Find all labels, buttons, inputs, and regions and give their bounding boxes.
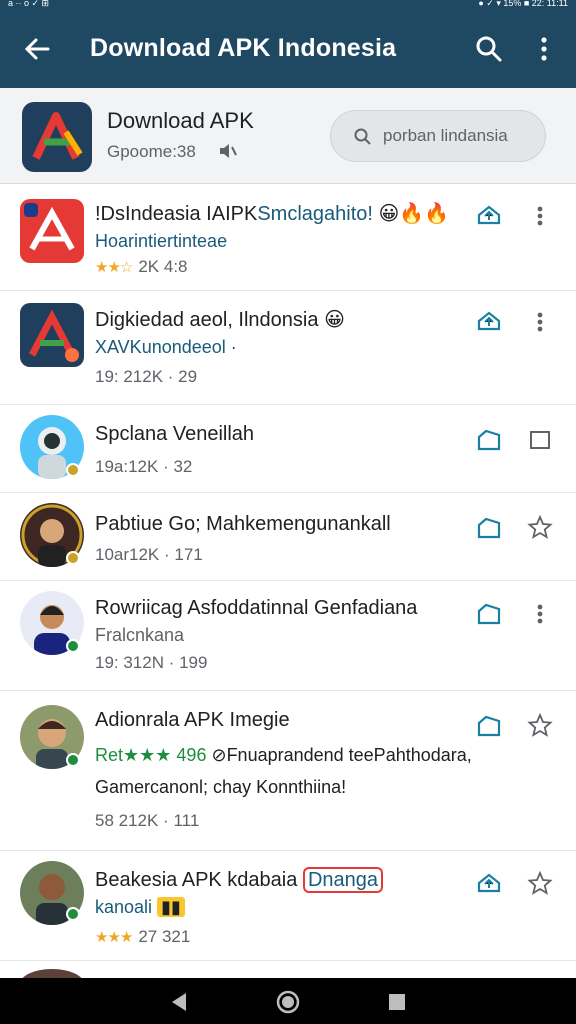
item-title: Digkiedad aeol, Ilndonsia 😀 <box>95 309 345 331</box>
more-vertical-icon[interactable] <box>526 201 554 231</box>
item-description: Hoarintiertinteae <box>95 231 228 251</box>
app-bar: Download APK Indonesia <box>0 10 576 88</box>
list-item[interactable]: Pabtiue Go; Mahkemengunankall 10ar12K · … <box>0 493 576 581</box>
app-logo <box>22 102 92 172</box>
nav-recents-icon[interactable] <box>384 989 410 1015</box>
item-title: Spclana Veneillah <box>95 423 255 445</box>
app-header-card: Download APK Gpoome:38 porban lindansia <box>0 88 576 184</box>
item-meta: ★★☆ 2K 4:8 <box>95 257 188 276</box>
item-meta: ★★★ 27 321 <box>95 927 191 946</box>
list-item[interactable]: Digkiedad aeol, Ilndonsia 😀 XAVKunondeeo… <box>0 291 576 405</box>
item-meta: 19a:12K · 32 <box>95 457 193 476</box>
item-meta: 19: 312N · 199 <box>95 653 208 672</box>
search-placeholder: porban lindansia <box>383 126 508 145</box>
page-title: Download APK Indonesia <box>90 34 397 62</box>
item-title: Pabtiue Go; Mahkemengunankall <box>95 513 391 535</box>
back-arrow-icon[interactable] <box>20 32 54 66</box>
app-name: Download APK <box>107 108 254 133</box>
bookmark-icon[interactable] <box>474 425 504 455</box>
bookmark-icon[interactable] <box>474 711 504 741</box>
share-icon[interactable] <box>474 307 504 337</box>
star-icon[interactable] <box>526 513 554 543</box>
item-description: XAVKunondeeol · <box>95 337 237 357</box>
status-bar: a ·· o ✓ ⊞ ● ✓ ▾ 15% ■ 22: 11:11 <box>0 0 576 10</box>
search-icon <box>354 128 371 145</box>
list-item[interactable]: Adionrala APK Imegie Ret★★★ 496 ⊘Fnuapra… <box>0 691 576 851</box>
bookmark-icon[interactable] <box>474 599 504 629</box>
checkbox-icon[interactable] <box>526 425 554 455</box>
list-item[interactable]: Rowriicag Asfoddatinnal Genfadiana Fralc… <box>0 581 576 691</box>
list-item[interactable]: Spclana Veneillah 19a:12K · 32 <box>0 405 576 493</box>
star-icon[interactable] <box>526 711 554 741</box>
app-thumbnail <box>20 303 84 367</box>
verified-badge <box>66 463 80 477</box>
list-item[interactable]: Beakesia APK kdabaia Dnanga kanoali ▮▮ ★… <box>0 851 576 961</box>
item-title: Rowriicag Asfoddatinnal Genfadiana <box>95 597 418 619</box>
bookmark-icon[interactable] <box>474 513 504 543</box>
star-icon[interactable] <box>526 869 554 899</box>
share-icon[interactable] <box>474 201 504 231</box>
nav-home-icon[interactable] <box>275 989 301 1015</box>
more-vertical-icon[interactable] <box>526 307 554 337</box>
overflow-menu-icon[interactable] <box>530 32 558 66</box>
list-item[interactable]: !DsIndeasia IAIPKSmclagahito! 😀🔥🔥 Hoarin… <box>0 185 576 291</box>
app-subtitle: Gpoome:38 <box>107 142 196 161</box>
item-title: Beakesia APK kdabaia Dnanga <box>95 867 383 893</box>
item-description: Ret★★★ 496 ⊘Fnuaprandend teePahthodara, <box>95 745 472 765</box>
item-description: Fralcnkana <box>95 625 185 645</box>
verified-badge <box>66 753 80 767</box>
app-thumbnail <box>20 199 84 263</box>
item-meta: 10ar12K · 171 <box>95 545 203 564</box>
verified-badge <box>66 551 80 565</box>
search-field[interactable]: porban lindansia <box>330 110 546 162</box>
item-description-line2: Gamercanonl; chay Konnthiina! <box>95 777 347 797</box>
more-vertical-icon[interactable] <box>526 599 554 629</box>
item-meta: 58 212K · 111 <box>95 811 200 830</box>
mute-icon <box>220 144 237 158</box>
status-right: ● ✓ ▾ 15% ■ 22: 11:11 <box>478 0 568 8</box>
share-icon[interactable] <box>474 869 504 899</box>
verified-badge <box>66 639 80 653</box>
item-meta: 19: 212K · 29 <box>95 367 198 386</box>
status-left: a ·· o ✓ ⊞ <box>8 0 50 8</box>
verified-badge <box>66 907 80 921</box>
item-title: !DsIndeasia IAIPKSmclagahito! 😀🔥🔥 <box>95 203 450 225</box>
system-nav-bar <box>0 978 576 1024</box>
item-title: Adionrala APK Imegie <box>95 709 290 731</box>
search-icon[interactable] <box>472 32 506 66</box>
nav-back-icon[interactable] <box>166 989 192 1015</box>
item-description: kanoali ▮▮ <box>95 897 185 918</box>
